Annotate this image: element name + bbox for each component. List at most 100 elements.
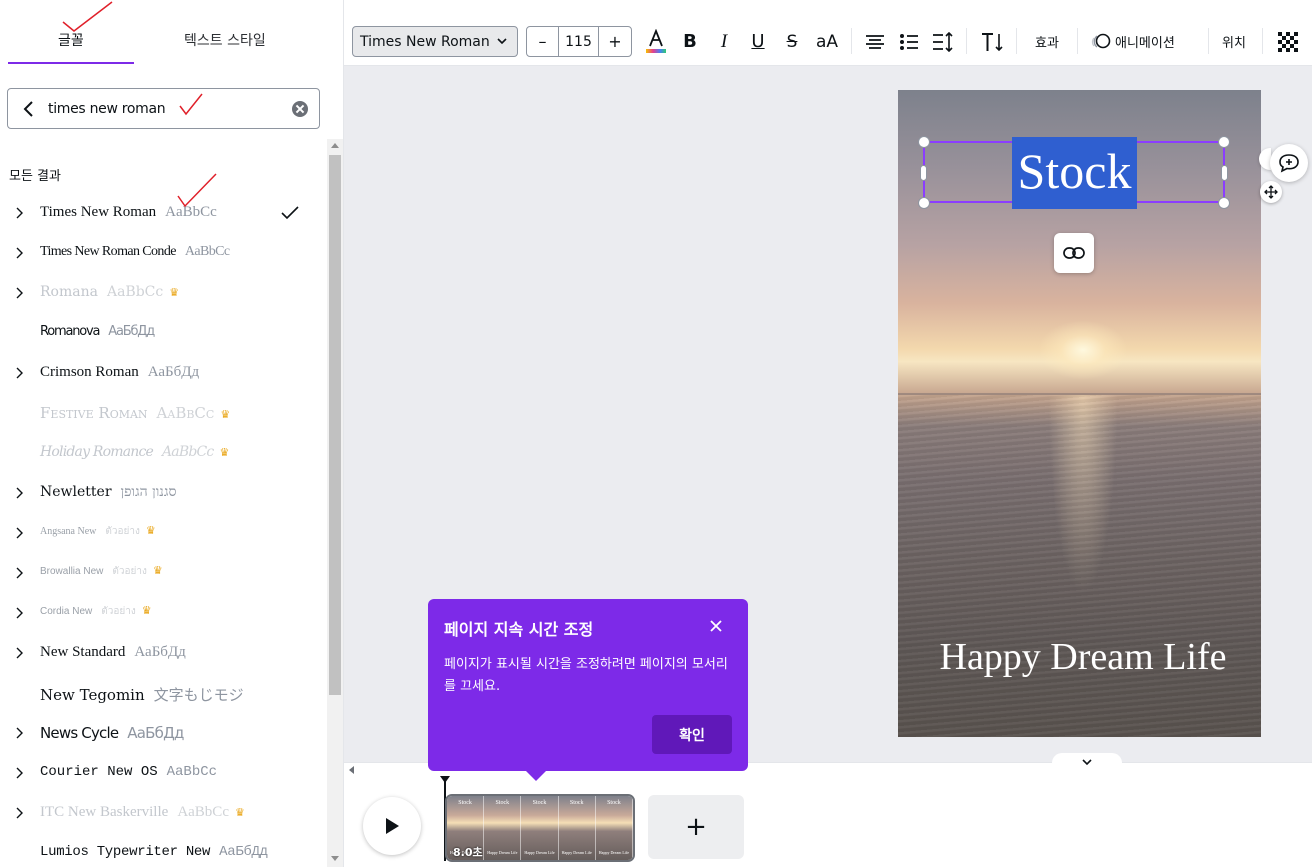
scroll-down-icon[interactable] xyxy=(331,856,339,861)
chevron-right-icon[interactable] xyxy=(15,607,23,619)
position-button[interactable]: 위치 xyxy=(1216,26,1252,57)
bold-button[interactable]: B xyxy=(677,26,703,57)
font-size-input[interactable]: 115 xyxy=(559,27,599,56)
scrollbar-thumb[interactable] xyxy=(329,155,341,695)
font-result-item[interactable]: Romanova АаБбДд xyxy=(0,313,326,353)
scroll-up-icon[interactable] xyxy=(331,143,339,148)
font-result-item[interactable]: Angsana New ตัวอย่าง ♛ xyxy=(0,513,326,553)
add-comment-button[interactable] xyxy=(1270,144,1308,182)
italic-button[interactable]: I xyxy=(711,26,737,57)
chevron-right-icon[interactable] xyxy=(15,487,23,499)
spacing-button[interactable] xyxy=(930,26,956,57)
font-search-input[interactable] xyxy=(48,98,268,120)
text-direction-button[interactable] xyxy=(978,26,1006,57)
font-sample: ตัวอย่าง xyxy=(105,526,140,537)
font-name: ITC New Baskerville xyxy=(40,804,169,820)
chevron-right-icon[interactable] xyxy=(15,767,23,779)
check-icon xyxy=(281,206,299,220)
title-text[interactable]: Stock xyxy=(1012,137,1137,209)
font-result-item[interactable]: Newletter סגנון הגופן xyxy=(0,473,326,513)
increase-size-button[interactable]: + xyxy=(599,27,631,56)
font-result-item[interactable]: New Standard АаБбДд xyxy=(0,633,326,673)
font-result-item[interactable]: ITC New Baskerville AaBbCc ♛ xyxy=(0,793,326,833)
toolbar-divider xyxy=(966,28,967,54)
list-icon xyxy=(900,33,918,50)
crown-icon: ♛ xyxy=(234,806,245,819)
font-result-item[interactable]: Cordia New ตัวอย่าง ♛ xyxy=(0,593,326,633)
playhead-marker-icon[interactable] xyxy=(439,775,451,785)
close-icon[interactable] xyxy=(708,618,724,634)
font-family-dropdown[interactable]: Times New Roman xyxy=(352,26,518,57)
animation-button[interactable]: 애니메이션 xyxy=(1089,26,1209,57)
font-result-item[interactable]: Browallia New ตัวอย่าง ♛ xyxy=(0,553,326,593)
add-page-button[interactable]: + xyxy=(648,795,744,859)
resize-handle-top-left[interactable] xyxy=(918,136,930,148)
resize-handle-left[interactable] xyxy=(920,165,927,181)
scroll-left-icon[interactable] xyxy=(349,766,354,774)
chevron-right-icon[interactable] xyxy=(15,727,23,739)
font-name: Times New Roman Conde xyxy=(40,244,176,259)
move-icon xyxy=(1264,185,1278,199)
font-sample: AaBbCc xyxy=(166,764,218,780)
collapse-timeline-button[interactable] xyxy=(1052,753,1122,771)
resize-handle-bottom-left[interactable] xyxy=(918,197,930,209)
font-name: Holiday Romance xyxy=(40,444,154,460)
font-search-box xyxy=(7,88,320,129)
resize-handle-right[interactable] xyxy=(1221,165,1228,181)
resize-handle-top-right[interactable] xyxy=(1218,136,1230,148)
letter-case-button[interactable]: aA xyxy=(812,26,842,57)
font-result-item[interactable]: Times New Roman AaBbCc xyxy=(0,193,326,233)
tooltip-arrow xyxy=(524,769,548,781)
tooltip-body: 페이지가 표시될 시간을 조정하려면 페이지의 모서리를 끄세요. xyxy=(444,657,728,694)
move-handle[interactable] xyxy=(1260,181,1282,203)
text-direction-icon xyxy=(982,32,1003,51)
spacing-icon xyxy=(933,31,953,52)
font-result-item[interactable]: Times New Roman Conde AaBbCc xyxy=(0,233,326,273)
toolbar-divider xyxy=(1016,28,1017,54)
font-sample: АаБбДд xyxy=(134,644,186,660)
chevron-right-icon[interactable] xyxy=(15,247,23,259)
chevron-right-icon[interactable] xyxy=(15,207,23,219)
design-page[interactable]: Stock Happy Dream Life xyxy=(898,90,1261,737)
underline-button[interactable]: U xyxy=(745,26,771,57)
font-result-item[interactable]: Courier New OS AaBbCc xyxy=(0,753,326,793)
chevron-down-icon xyxy=(1082,759,1092,766)
list-button[interactable] xyxy=(896,26,922,57)
results-heading: 모든 결과 xyxy=(9,169,61,184)
play-button[interactable] xyxy=(363,797,421,855)
annotation-check-icon xyxy=(62,1,113,32)
toolbar-divider xyxy=(1208,28,1209,54)
font-result-item[interactable]: News Cycle АаБбДд xyxy=(0,713,326,753)
font-result-item[interactable]: Holiday Romance AaBbCc ♛ xyxy=(0,433,326,473)
page-clip[interactable]: Stock Happy Dream Life Stock Happy Dream L… xyxy=(445,794,635,862)
chevron-right-icon[interactable] xyxy=(15,367,23,379)
resize-handle-bottom-right[interactable] xyxy=(1218,197,1230,209)
font-result-item[interactable]: New Tegomin 文字もじモジ xyxy=(0,673,326,713)
chevron-right-icon[interactable] xyxy=(15,647,23,659)
chevron-right-icon[interactable] xyxy=(15,807,23,819)
annotation-check-icon xyxy=(177,173,217,208)
link-button[interactable] xyxy=(1054,233,1094,273)
clear-icon[interactable] xyxy=(292,101,308,117)
font-result-item[interactable]: Festive Roman AaBbCc ♛ xyxy=(0,393,326,433)
subtitle-text[interactable]: Happy Dream Life xyxy=(898,635,1261,679)
back-arrow-icon[interactable] xyxy=(22,100,36,118)
chevron-right-icon[interactable] xyxy=(15,567,23,579)
comment-add-icon xyxy=(1279,154,1299,173)
timeline: Stock Happy Dream Life Stock Happy Dream L… xyxy=(344,753,1312,867)
chevron-right-icon[interactable] xyxy=(15,287,23,299)
strikethrough-button[interactable]: S xyxy=(779,26,805,57)
align-center-button[interactable] xyxy=(862,26,888,57)
chevron-right-icon[interactable] xyxy=(15,527,23,539)
effects-button[interactable]: 효과 xyxy=(1027,26,1067,57)
tab-text-style[interactable]: 텍스트 스타일 xyxy=(184,30,266,50)
font-name: Romana xyxy=(40,284,98,300)
decrease-size-button[interactable]: – xyxy=(527,27,559,56)
font-result-item[interactable]: Romana AaBbCc ♛ xyxy=(0,273,326,313)
transparency-button[interactable] xyxy=(1276,26,1300,57)
font-result-item[interactable]: Crimson Roman АаБбДд xyxy=(0,353,326,393)
text-color-button[interactable] xyxy=(642,26,670,57)
dropdown-icon xyxy=(497,38,507,45)
tooltip-ok-button[interactable]: 확인 xyxy=(652,715,732,754)
font-result-item[interactable]: Lumios Typewriter New АаБбДд xyxy=(0,833,326,867)
